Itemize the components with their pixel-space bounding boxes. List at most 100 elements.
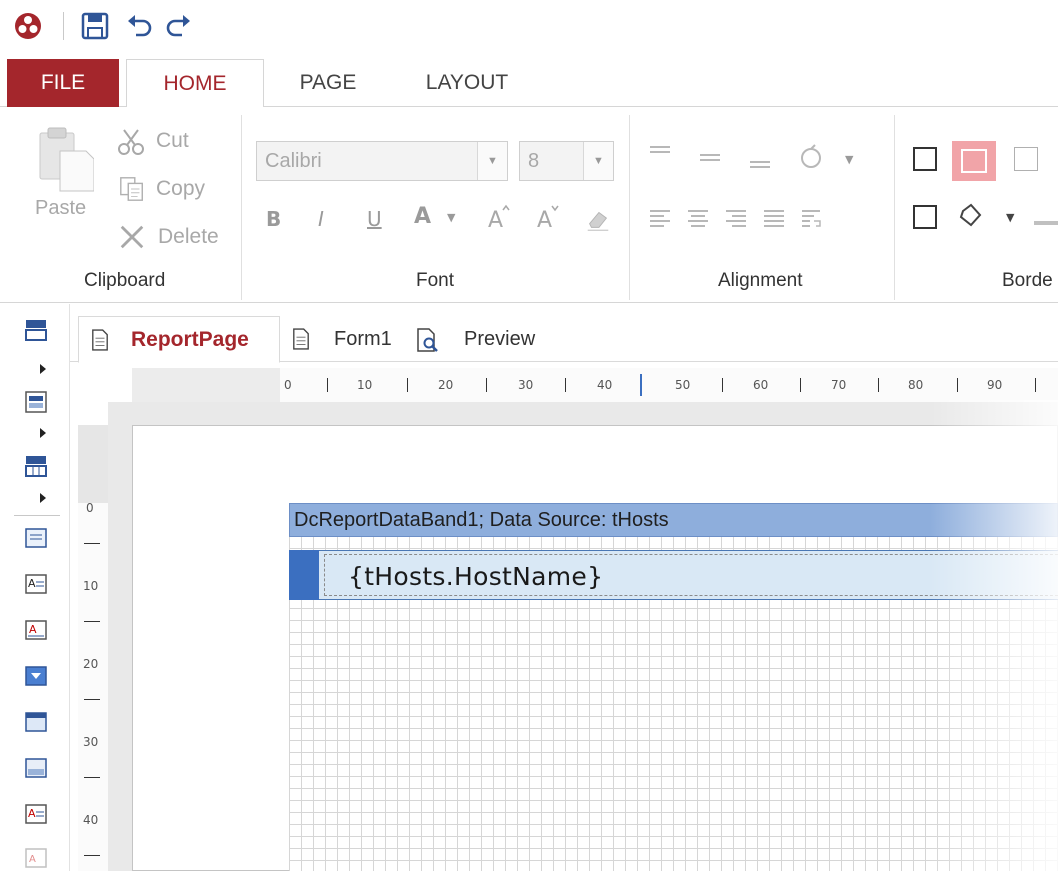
chevron-down-icon[interactable]: ▼ [845, 153, 853, 166]
align-top-icon[interactable] [648, 143, 672, 167]
text-field-icon[interactable]: A [24, 802, 48, 826]
copy-label: Copy [156, 177, 206, 200]
font-color-dropdown[interactable]: ▼ [447, 211, 455, 224]
eraser-icon[interactable] [584, 205, 612, 233]
barcode-icon[interactable]: A [24, 846, 48, 870]
rich-text-icon[interactable]: A [24, 618, 48, 642]
toolbox-separator [14, 515, 60, 516]
ribbon: Paste Cut Copy Delete Clipboard Calibri … [0, 107, 1058, 303]
ruler-tick [84, 777, 100, 778]
border-style-icon[interactable] [1034, 221, 1058, 225]
ruler-label: 10 [83, 579, 99, 593]
cut-button[interactable]: Cut [116, 127, 226, 161]
group-separator [894, 115, 895, 300]
label-icon[interactable]: A [24, 572, 48, 596]
copy-icon [120, 177, 143, 201]
document-icon [92, 329, 108, 351]
tab-label: Preview [464, 328, 536, 350]
expand-arrow-icon[interactable] [40, 364, 46, 374]
save-icon[interactable] [80, 11, 110, 41]
paste-button[interactable]: Paste [32, 117, 98, 237]
fill-color-icon[interactable] [955, 201, 985, 231]
italic-button[interactable]: I [318, 207, 324, 231]
ruler-tick [957, 378, 958, 392]
delete-button[interactable]: Delete [116, 219, 226, 253]
app-logo-icon[interactable] [14, 12, 42, 40]
preview-icon [417, 328, 438, 352]
align-bottom-icon[interactable] [748, 147, 772, 171]
band-selection-handle[interactable] [289, 550, 319, 600]
align-center-icon[interactable] [686, 207, 710, 231]
text-rotation-icon[interactable] [796, 143, 826, 173]
ruler-label: 10 [357, 378, 373, 392]
ruler-tick [878, 378, 879, 392]
ruler-tick [722, 378, 723, 392]
image-icon[interactable] [24, 756, 48, 780]
redo-icon[interactable] [164, 12, 194, 42]
font-group-label: Font [416, 270, 455, 291]
table-band-icon[interactable] [24, 454, 48, 478]
ruler-tick [84, 621, 100, 622]
chevron-down-icon[interactable]: ▼ [1006, 211, 1014, 224]
toolbar-separator [63, 12, 64, 40]
bold-button[interactable]: B [266, 207, 281, 231]
ruler-label: 20 [438, 378, 454, 392]
document-icon [293, 328, 309, 350]
expand-arrow-icon[interactable] [40, 428, 46, 438]
svg-text:A: A [29, 854, 36, 865]
chevron-down-icon[interactable]: ▼ [583, 142, 613, 180]
ruler-active-area [280, 368, 1058, 402]
word-wrap-icon[interactable] [800, 207, 824, 231]
paste-label: Paste [35, 197, 87, 219]
justify-icon[interactable] [762, 207, 786, 231]
tab-page[interactable]: PAGE [273, 59, 383, 107]
panel-icon[interactable] [24, 710, 48, 734]
tab-file[interactable]: FILE [7, 59, 119, 107]
clipboard-group-label: Clipboard [84, 270, 166, 291]
scissors-icon [118, 129, 144, 155]
tab-home[interactable]: HOME [126, 59, 264, 108]
group-separator [241, 115, 242, 300]
svg-text:A: A [28, 577, 36, 590]
ruler-label: 60 [753, 378, 769, 392]
chevron-down-icon[interactable]: ▼ [477, 142, 507, 180]
align-right-icon[interactable] [724, 207, 748, 231]
border-all-button[interactable] [913, 205, 937, 229]
ruler-label: 90 [987, 378, 1003, 392]
ribbon-tabs: FILE HOME PAGE LAYOUT [0, 59, 1058, 108]
tab-report-page[interactable]: ReportPage [78, 316, 280, 363]
insert-band-icon[interactable] [24, 664, 48, 688]
copy-button[interactable]: Copy [116, 173, 226, 207]
textbox-icon[interactable] [24, 526, 48, 550]
undo-icon[interactable] [124, 12, 154, 42]
ruler-tick [84, 855, 100, 856]
font-family-combo[interactable]: Calibri ▼ [256, 141, 508, 181]
expand-arrow-icon[interactable] [40, 493, 46, 503]
underline-button[interactable]: U [367, 207, 382, 231]
border-none-button[interactable] [913, 147, 937, 171]
border-top-button[interactable] [1014, 147, 1038, 171]
tab-label: ReportPage [131, 328, 249, 351]
tab-label: Form1 [334, 328, 392, 350]
tab-layout[interactable]: LAYOUT [397, 59, 537, 107]
font-size-combo[interactable]: 8 ▼ [519, 141, 614, 181]
ruler-label: 30 [518, 378, 534, 392]
ruler-tick [327, 378, 328, 392]
decrease-font-size-icon[interactable]: A [533, 202, 563, 232]
tab-preview[interactable]: Preview [416, 316, 546, 362]
increase-font-size-icon[interactable]: A [484, 202, 514, 232]
align-middle-icon[interactable] [698, 145, 722, 169]
svg-text:A: A [537, 208, 552, 232]
ruler-tick [800, 378, 801, 392]
band-header-icon[interactable] [24, 318, 48, 342]
sub-report-icon[interactable] [24, 390, 48, 414]
delete-icon [120, 225, 144, 249]
data-band-header[interactable]: DcReportDataBand1; Data Source: tHosts [289, 503, 1058, 537]
tab-form1[interactable]: Form1 [292, 316, 402, 362]
align-left-icon[interactable] [648, 207, 672, 231]
font-color-button[interactable]: A [414, 204, 431, 229]
toolbox: A A A A [0, 304, 70, 871]
group-separator [629, 115, 630, 300]
border-outside-button[interactable] [952, 141, 996, 181]
ruler-label: 30 [83, 735, 99, 749]
